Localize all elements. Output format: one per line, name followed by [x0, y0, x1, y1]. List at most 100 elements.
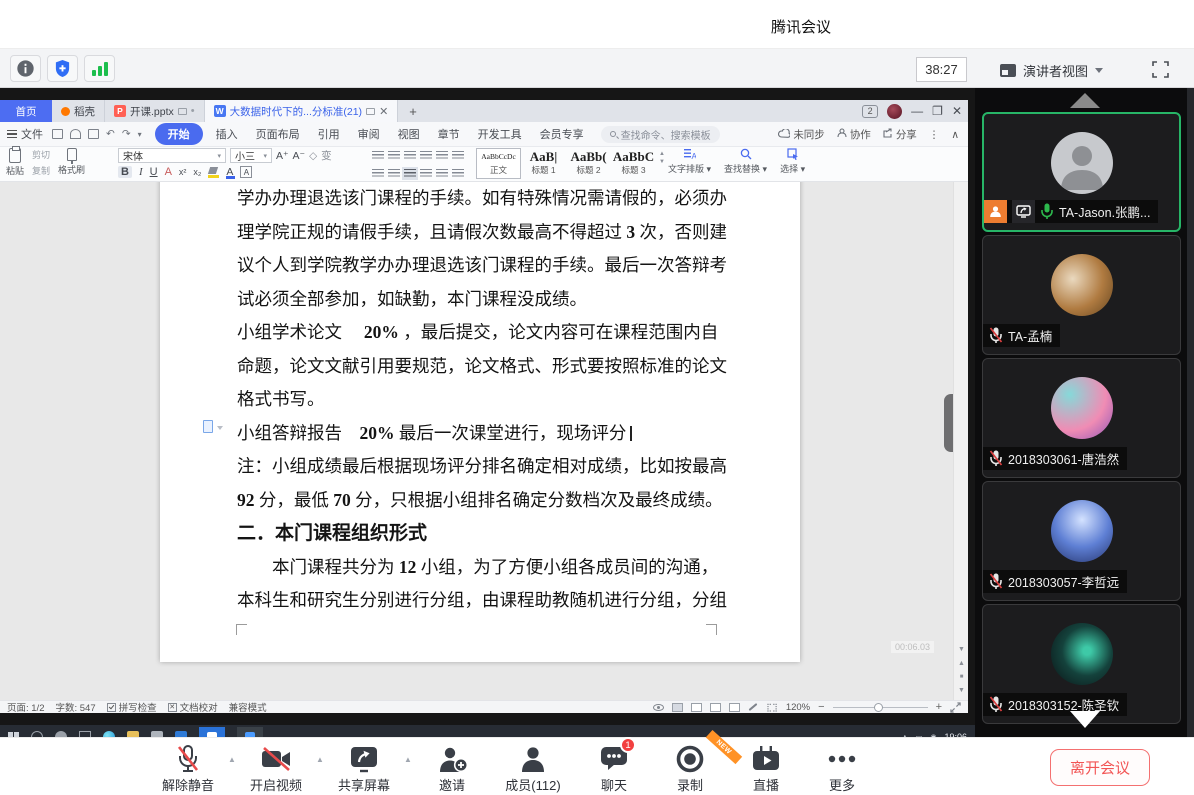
- web-view-icon[interactable]: [729, 703, 740, 712]
- scroll-down-arrow[interactable]: [1070, 711, 1100, 728]
- meeting-info-button[interactable]: [10, 55, 41, 82]
- paragraph-margin-icon[interactable]: [203, 420, 213, 433]
- control-live-button[interactable]: 直播: [728, 741, 804, 795]
- strikethrough-button[interactable]: A: [165, 166, 172, 178]
- spellcheck-toggle[interactable]: 拼写检查: [107, 700, 157, 714]
- control-share-screen-button[interactable]: 共享屏幕: [326, 741, 402, 795]
- view-mode-selector[interactable]: 演讲者视图: [1000, 57, 1103, 83]
- copy-button[interactable]: 复制: [32, 164, 50, 177]
- font-color-button[interactable]: A: [226, 167, 233, 178]
- collapse-ribbon-icon[interactable]: ∧: [951, 129, 959, 141]
- zoom-in-button[interactable]: +: [936, 702, 942, 713]
- control-members-button[interactable]: 成员(112): [490, 741, 576, 795]
- shading-icon[interactable]: [452, 169, 464, 178]
- sort-icon[interactable]: [436, 151, 448, 160]
- zoom-out-button[interactable]: −: [818, 702, 824, 713]
- wps-tab-doc[interactable]: W大数据时代下的...分标准(21)✕: [205, 100, 399, 122]
- character-border-button[interactable]: A: [240, 166, 252, 178]
- text-direction-icon[interactable]: [452, 151, 464, 160]
- text-layout-tool[interactable]: A文字排版 ▾: [668, 148, 711, 175]
- participant-tile[interactable]: TA-孟楠: [982, 235, 1181, 355]
- scrollbar-nav-icons[interactable]: ▼▲■▼: [954, 646, 968, 694]
- italic-button[interactable]: I: [139, 166, 143, 178]
- styles-gallery-scroll[interactable]: ▲▼: [659, 151, 665, 165]
- underline-button[interactable]: U: [150, 166, 158, 178]
- restore-icon[interactable]: ❐: [932, 105, 943, 117]
- ink-icon[interactable]: [749, 703, 758, 711]
- fullscreen-button[interactable]: [1146, 55, 1174, 83]
- print-icon[interactable]: [70, 129, 81, 139]
- fit-page-icon[interactable]: ⣏⣹: [766, 703, 778, 712]
- align-center-icon[interactable]: [388, 169, 400, 178]
- proofing-toggle[interactable]: ✕文档校对: [168, 700, 218, 714]
- redo-icon[interactable]: ↷: [122, 128, 131, 140]
- decrease-font-icon[interactable]: A⁻: [293, 150, 306, 162]
- bold-button[interactable]: B: [118, 166, 132, 178]
- zoom-slider-knob[interactable]: [874, 703, 883, 712]
- new-tab-button[interactable]: +: [398, 100, 428, 122]
- subscript-button[interactable]: x₂: [193, 167, 201, 177]
- network-quality-button[interactable]: [84, 55, 115, 82]
- page-indicator[interactable]: 页面: 1/2: [7, 700, 45, 714]
- read-view-icon[interactable]: [710, 703, 721, 712]
- collab-sync[interactable]: 未同步: [778, 127, 825, 142]
- align-left-icon[interactable]: [372, 169, 384, 178]
- sidebar-scrollbar[interactable]: [1187, 88, 1194, 737]
- zoom-slider[interactable]: [833, 707, 928, 708]
- increase-font-icon[interactable]: A⁺: [276, 150, 289, 162]
- expand-options-arrow[interactable]: ▲: [402, 755, 414, 764]
- collab-cowork[interactable]: 协作: [837, 127, 871, 142]
- control-camera-off-button[interactable]: 开启视频: [238, 741, 314, 795]
- wps-tab-ppt[interactable]: P开课.pptx•: [105, 100, 205, 122]
- ribbon-menu-item[interactable]: 章节: [429, 126, 469, 142]
- user-avatar[interactable]: [887, 104, 902, 119]
- control-invite-button[interactable]: 邀请: [414, 741, 490, 795]
- superscript-button[interactable]: x²: [179, 167, 187, 177]
- control-chat-button[interactable]: 1聊天: [576, 741, 652, 795]
- eye-protect-icon[interactable]: [653, 704, 664, 711]
- scroll-up-arrow[interactable]: [1070, 93, 1100, 108]
- distribute-icon[interactable]: [420, 169, 432, 178]
- find-replace-tool[interactable]: 查找替换 ▾: [724, 148, 767, 175]
- participant-tile[interactable]: 2018303057-李哲远: [982, 481, 1181, 601]
- phonetic-guide-icon[interactable]: 变: [321, 148, 332, 163]
- account-badge[interactable]: 2: [862, 105, 878, 118]
- clear-format-icon[interactable]: ◇: [309, 150, 317, 162]
- cut-button[interactable]: 剪切: [32, 148, 50, 161]
- wps-tab-home[interactable]: 首页: [0, 100, 52, 122]
- outline-view-icon[interactable]: [691, 703, 702, 712]
- save-icon[interactable]: [52, 129, 63, 139]
- vertical-scrollbar[interactable]: ▼▲■▼: [953, 182, 968, 700]
- style-cell[interactable]: AaB|标题 1: [521, 148, 566, 179]
- style-cell[interactable]: AaBbCcDc正文: [476, 148, 521, 179]
- expand-options-arrow[interactable]: ▲: [226, 755, 238, 764]
- control-more-button[interactable]: 更多: [804, 741, 880, 795]
- highlight-color-button[interactable]: [208, 167, 219, 178]
- file-menu[interactable]: 文件: [7, 126, 43, 142]
- word-count[interactable]: 字数: 547: [56, 700, 96, 714]
- leave-meeting-button[interactable]: 离开会议: [1050, 749, 1150, 786]
- tab-close-icon[interactable]: ✕: [379, 105, 388, 118]
- expand-options-arrow[interactable]: ▲: [314, 755, 326, 764]
- tab-pin-icon[interactable]: [178, 108, 187, 115]
- ribbon-menu-item[interactable]: 审阅: [349, 126, 389, 142]
- font-size-select[interactable]: 小三▾: [230, 148, 272, 163]
- style-cell[interactable]: AaBb(标题 2: [566, 148, 611, 179]
- participant-tile[interactable]: 2018303152-陈圣钦: [982, 604, 1181, 724]
- font-name-select[interactable]: 宋体▾: [118, 148, 226, 163]
- security-shield-button[interactable]: [47, 55, 78, 82]
- command-search[interactable]: 查找命令、搜索模板: [601, 126, 720, 143]
- more-menu-icon[interactable]: ⋮: [929, 129, 940, 141]
- style-cell[interactable]: AaBbC标题 3: [611, 148, 656, 179]
- participant-tile[interactable]: 2018303061-唐浩然: [982, 358, 1181, 478]
- wps-tab-docer[interactable]: 稻壳: [52, 100, 105, 122]
- line-spacing-icon[interactable]: [436, 169, 448, 178]
- justify-icon[interactable]: [404, 169, 416, 178]
- ribbon-menu-item[interactable]: 插入: [207, 126, 247, 142]
- document-canvas[interactable]: 学办办理退选该门课程的手续。如有特殊情况需请假的，必须办理学院正规的请假手续，且…: [0, 182, 968, 700]
- ribbon-menu-active[interactable]: 开始: [155, 123, 203, 145]
- decrease-indent-icon[interactable]: [404, 151, 416, 160]
- ribbon-menu-item[interactable]: 视图: [389, 126, 429, 142]
- format-painter-button[interactable]: 格式刷: [58, 148, 85, 177]
- ribbon-menu-item[interactable]: 开发工具: [469, 126, 531, 142]
